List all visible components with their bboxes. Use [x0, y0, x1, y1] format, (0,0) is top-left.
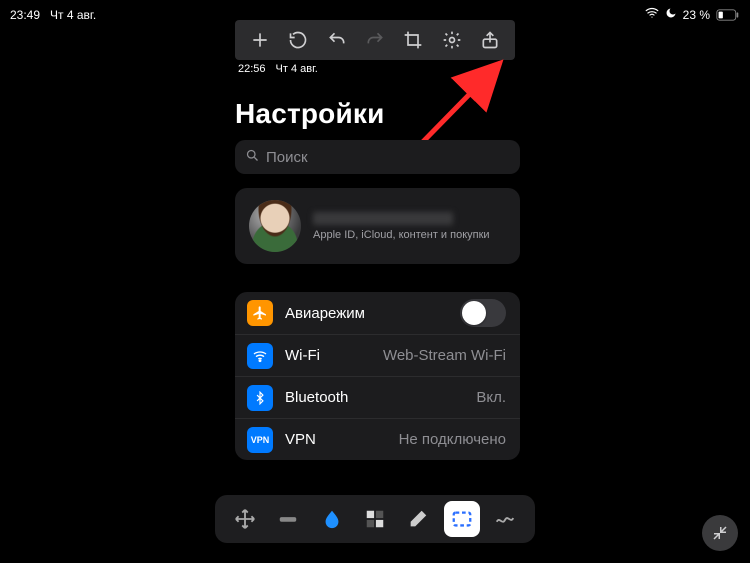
markup-dock [215, 495, 535, 543]
scribble-tool[interactable] [487, 501, 523, 537]
row-label: Bluetooth [285, 389, 348, 406]
battery-percent: 23 % [683, 8, 710, 22]
move-tool[interactable] [227, 501, 263, 537]
row-value: Web-Stream Wi-Fi [383, 347, 506, 364]
row-vpn[interactable]: VPN VPN Не подключено [235, 418, 520, 460]
battery-icon [716, 9, 740, 21]
wifi-row-icon [247, 343, 273, 369]
row-airplane[interactable]: Авиарежим [235, 292, 520, 334]
line-tool[interactable] [270, 501, 306, 537]
settings-gear-button[interactable] [435, 23, 469, 57]
row-bluetooth[interactable]: Bluetooth Вкл. [235, 376, 520, 418]
row-wifi[interactable]: Wi-Fi Web-Stream Wi-Fi [235, 334, 520, 376]
row-value: Не подключено [399, 431, 506, 448]
row-label: VPN [285, 431, 316, 448]
redo-button[interactable] [358, 23, 392, 57]
inner-time: 22:56 [238, 63, 266, 75]
moon-icon [665, 7, 677, 22]
exit-fullscreen-button[interactable] [702, 515, 738, 551]
settings-panel: Настройки Поиск Apple ID, iCloud, контен… [235, 98, 520, 460]
eraser-tool[interactable] [400, 501, 436, 537]
search-input[interactable]: Поиск [235, 140, 520, 174]
profile-name-redacted [313, 212, 453, 225]
airplane-toggle[interactable] [460, 299, 506, 327]
vpn-icon: VPN [247, 427, 273, 453]
search-placeholder: Поиск [266, 149, 308, 166]
airplane-icon [247, 300, 273, 326]
settings-list: Авиарежим Wi-Fi Web-Stream Wi-Fi Bluetoo… [235, 292, 520, 460]
blur-tool[interactable] [314, 501, 350, 537]
row-label: Wi-Fi [285, 347, 320, 364]
crop-button[interactable] [396, 23, 430, 57]
bluetooth-icon [247, 385, 273, 411]
profile-subtitle: Apple ID, iCloud, контент и покупки [313, 229, 490, 241]
outer-time: 23:49 [10, 8, 40, 22]
markup-top-toolbar [235, 20, 515, 60]
undo-button[interactable] [320, 23, 354, 57]
add-button[interactable] [243, 23, 277, 57]
page-title: Настройки [235, 98, 520, 130]
avatar [249, 200, 301, 252]
inner-status-bar: 22:56 Чт 4 авг. [238, 63, 318, 75]
row-label: Авиарежим [285, 305, 365, 322]
mosaic-tool[interactable] [357, 501, 393, 537]
search-icon [245, 148, 260, 167]
outer-date: Чт 4 авг. [50, 8, 96, 22]
inner-date: Чт 4 авг. [276, 63, 318, 75]
rotate-button[interactable] [281, 23, 315, 57]
row-value: Вкл. [476, 389, 506, 406]
marquee-tool[interactable] [444, 501, 480, 537]
wifi-icon [645, 6, 659, 23]
apple-id-card[interactable]: Apple ID, iCloud, контент и покупки [235, 188, 520, 264]
share-button[interactable] [473, 23, 507, 57]
